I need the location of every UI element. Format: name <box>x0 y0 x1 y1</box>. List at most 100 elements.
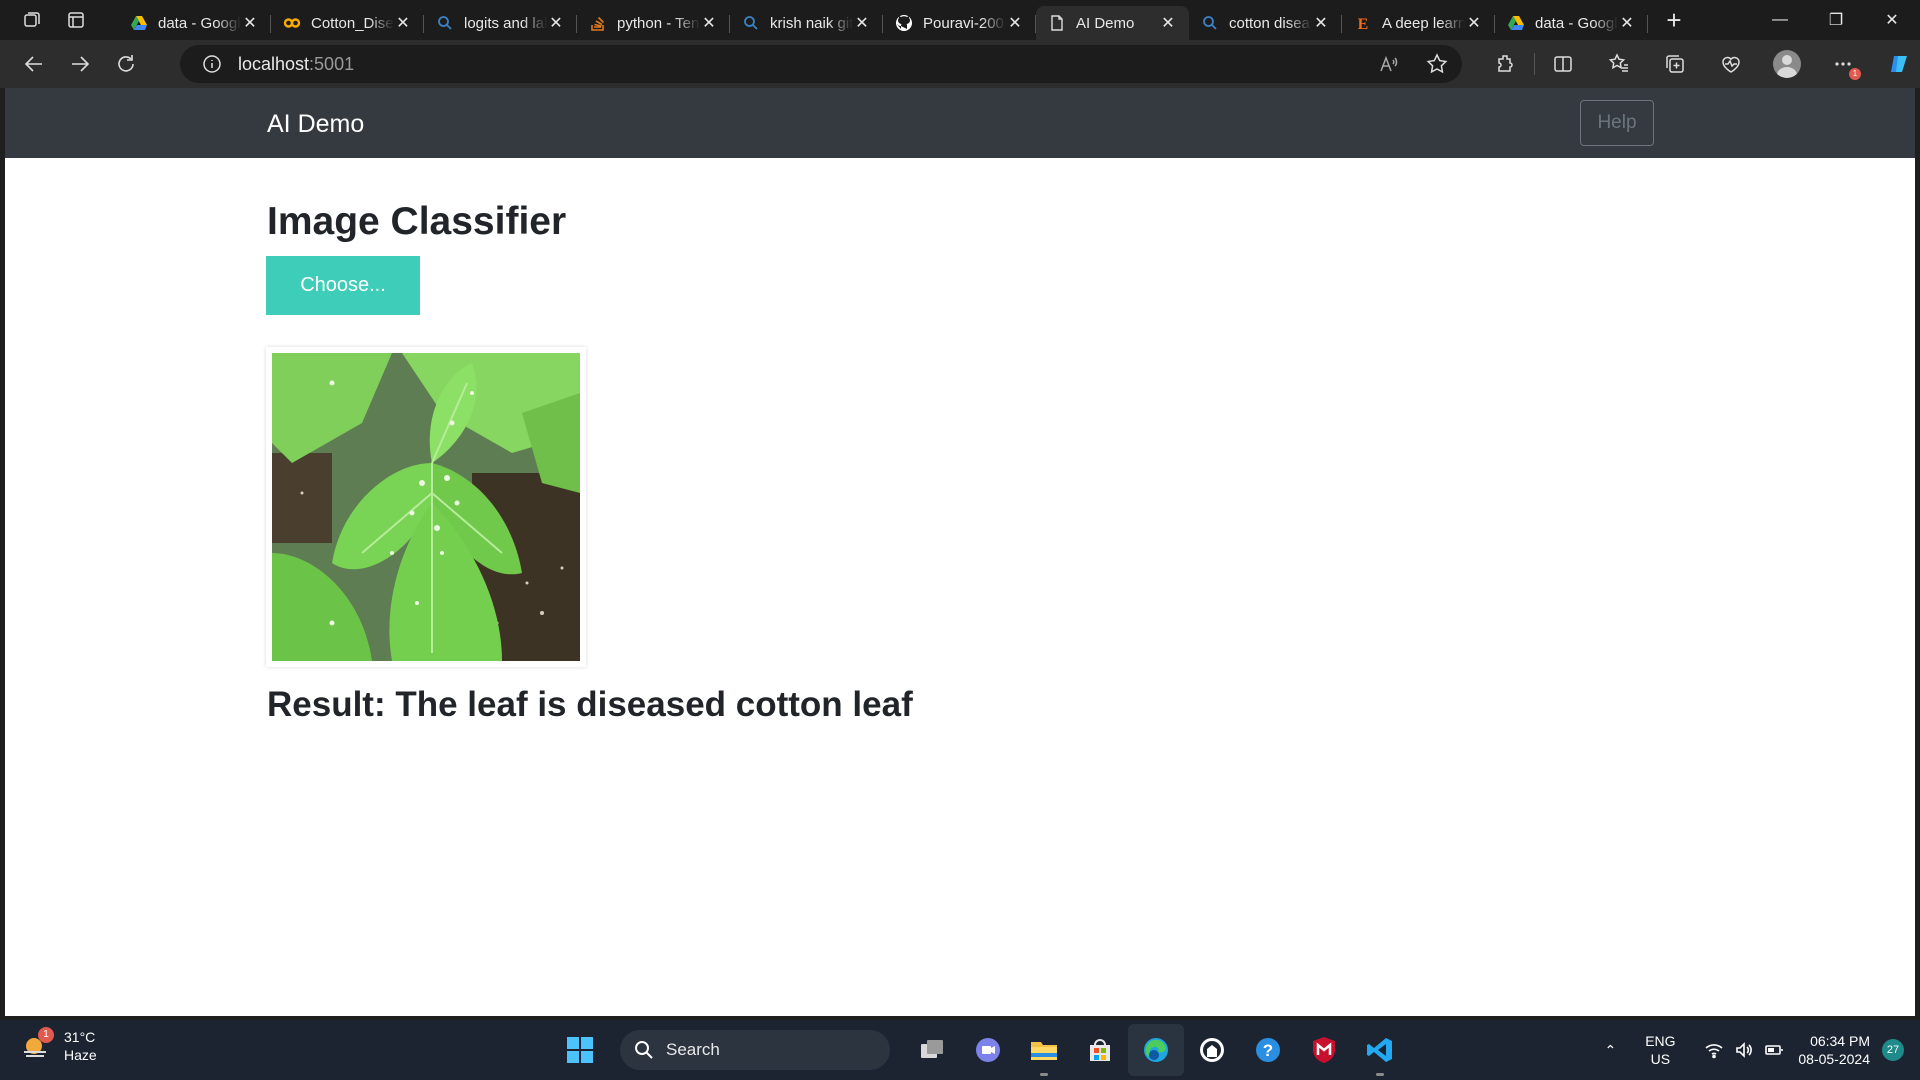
edge-browser-icon[interactable] <box>1128 1024 1184 1076</box>
show-hidden-icons-chevron-icon[interactable]: ⌃ <box>1590 1042 1630 1059</box>
tab-actions-icon[interactable] <box>54 0 98 40</box>
help-button[interactable]: Help <box>1580 100 1654 146</box>
windows-taskbar: 1 31°C Haze Search ? ⌃ ENG US 06:34 PM 0… <box>0 1020 1920 1080</box>
result-text: Result: The leaf is diseased cotton leaf <box>267 685 913 724</box>
back-button[interactable] <box>12 44 56 84</box>
google-drive-icon <box>1507 14 1525 32</box>
favorite-star-icon[interactable] <box>1426 53 1448 75</box>
url-text: localhost:5001 <box>238 53 355 74</box>
browser-tab[interactable]: Cotton_Disease✕ <box>271 6 424 40</box>
tab-title: logits and labels <box>464 14 547 32</box>
battery-icon <box>1765 1045 1784 1055</box>
browser-tab[interactable]: python - Tensorflow✕ <box>577 6 730 40</box>
tab-title: krish naik github <box>770 14 853 32</box>
clock[interactable]: 06:34 PM 08-05-2024 <box>1798 1032 1870 1068</box>
tab-close-icon[interactable]: ✕ <box>547 13 565 33</box>
image-preview <box>266 347 586 667</box>
copilot-icon[interactable] <box>1871 40 1920 88</box>
favorites-icon[interactable] <box>1591 40 1647 88</box>
search-label: Search <box>666 1040 720 1059</box>
forward-button[interactable] <box>58 44 102 84</box>
page-title: Image Classifier <box>267 200 567 243</box>
tab-title: Cotton_Disease <box>311 14 394 32</box>
restore-button[interactable]: ❐ <box>1808 0 1864 40</box>
workspaces-icon[interactable] <box>10 0 54 40</box>
tab-title: AI Demo <box>1076 14 1135 32</box>
split-screen-icon[interactable] <box>1535 40 1591 88</box>
extensions-icon[interactable] <box>1478 40 1534 88</box>
start-button[interactable] <box>552 1020 608 1080</box>
read-aloud-icon[interactable] <box>1378 53 1400 75</box>
weather-badge: 1 <box>38 1027 54 1043</box>
tab-close-icon[interactable]: ✕ <box>853 13 871 33</box>
navbar-brand[interactable]: AI Demo <box>267 110 364 139</box>
refresh-button[interactable] <box>104 44 148 84</box>
settings-more-icon[interactable]: 1 <box>1815 40 1871 88</box>
colab-icon <box>283 14 301 32</box>
clock-time: 06:34 PM <box>1810 1033 1870 1049</box>
tab-close-icon[interactable]: ✕ <box>700 13 718 33</box>
tab-close-icon[interactable]: ✕ <box>241 13 259 33</box>
site-info-icon[interactable] <box>202 54 222 74</box>
elsevier-icon: E <box>1354 14 1372 32</box>
new-tab-button[interactable]: + <box>1656 2 1692 38</box>
notification-count-badge[interactable]: 27 <box>1882 1039 1904 1061</box>
task-view-icon[interactable] <box>904 1020 960 1080</box>
github-icon <box>895 14 913 32</box>
app-navbar: AI Demo Help <box>5 88 1915 158</box>
weather-temp: 31°C <box>64 1029 96 1045</box>
tab-close-icon[interactable]: ✕ <box>1006 13 1024 33</box>
browser-tab[interactable]: data - Google Drive✕ <box>1495 6 1648 40</box>
tab-close-icon[interactable]: ✕ <box>1159 13 1177 33</box>
tab-close-icon[interactable]: ✕ <box>1312 13 1330 33</box>
collections-icon[interactable] <box>1647 40 1703 88</box>
region-code: US <box>1650 1051 1671 1067</box>
tab-close-icon[interactable]: ✕ <box>1618 13 1636 33</box>
svg-text:?: ? <box>1263 1041 1273 1060</box>
file-explorer-icon[interactable] <box>1016 1020 1072 1080</box>
browser-toolbar: localhost:5001 1 <box>0 40 1920 88</box>
taskbar-search[interactable]: Search <box>620 1030 890 1070</box>
tab-close-icon[interactable]: ✕ <box>1465 13 1483 33</box>
mcafee-icon[interactable] <box>1296 1020 1352 1080</box>
help-icon[interactable]: ? <box>1240 1020 1296 1080</box>
close-window-button[interactable]: ✕ <box>1864 0 1920 40</box>
volume-icon <box>1736 1042 1753 1058</box>
weather-desc: Haze <box>64 1047 97 1063</box>
stackoverflow-icon <box>589 14 607 32</box>
microsoft-store-icon[interactable] <box>1072 1020 1128 1080</box>
github-desktop-icon[interactable] <box>1184 1020 1240 1080</box>
clock-date: 08-05-2024 <box>1798 1051 1870 1067</box>
page-viewport: AI Demo Help Image Classifier Choose... <box>5 88 1915 1016</box>
tab-title: A deep learning <box>1382 14 1465 32</box>
vscode-icon[interactable] <box>1352 1020 1408 1080</box>
profile-button[interactable] <box>1759 40 1815 88</box>
language-code: ENG <box>1645 1033 1676 1049</box>
weather-widget[interactable]: 1 31°C Haze <box>20 1027 97 1064</box>
browser-tab[interactable]: cotton disease✕ <box>1189 6 1342 40</box>
search-icon <box>635 1041 653 1059</box>
avatar <box>1773 50 1801 78</box>
browser-tab[interactable]: E A deep learning✕ <box>1342 6 1495 40</box>
settings-badge: 1 <box>1849 68 1861 80</box>
browser-tab[interactable]: krish naik github✕ <box>730 6 883 40</box>
search-icon <box>436 14 454 32</box>
system-tray-icons[interactable] <box>1704 1040 1784 1060</box>
browser-essentials-icon[interactable] <box>1703 40 1759 88</box>
language-indicator[interactable]: ENG US <box>1630 1032 1690 1068</box>
minimize-button[interactable]: — <box>1752 0 1808 40</box>
browser-tab[interactable]: Pouravi-2003 ✕ <box>883 6 1036 40</box>
browser-tab[interactable]: logits and labels✕ <box>424 6 577 40</box>
choose-file-button[interactable]: Choose... <box>266 256 420 315</box>
browser-tab-strip: data - Google Drive✕Cotton_Disease✕logit… <box>0 0 1920 40</box>
browser-tab[interactable]: data - Google Drive✕ <box>118 6 271 40</box>
teams-chat-icon[interactable] <box>960 1020 1016 1080</box>
leaf-photo <box>272 353 580 661</box>
tab-title: data - Google Drive <box>1535 14 1618 32</box>
search-icon <box>1201 14 1219 32</box>
wifi-icon <box>1705 1044 1723 1059</box>
address-bar[interactable]: localhost:5001 <box>180 45 1462 83</box>
tab-title: Pouravi-2003 <box>923 14 1006 32</box>
browser-tab[interactable]: AI Demo ✕ <box>1036 6 1189 40</box>
tab-close-icon[interactable]: ✕ <box>394 13 412 33</box>
